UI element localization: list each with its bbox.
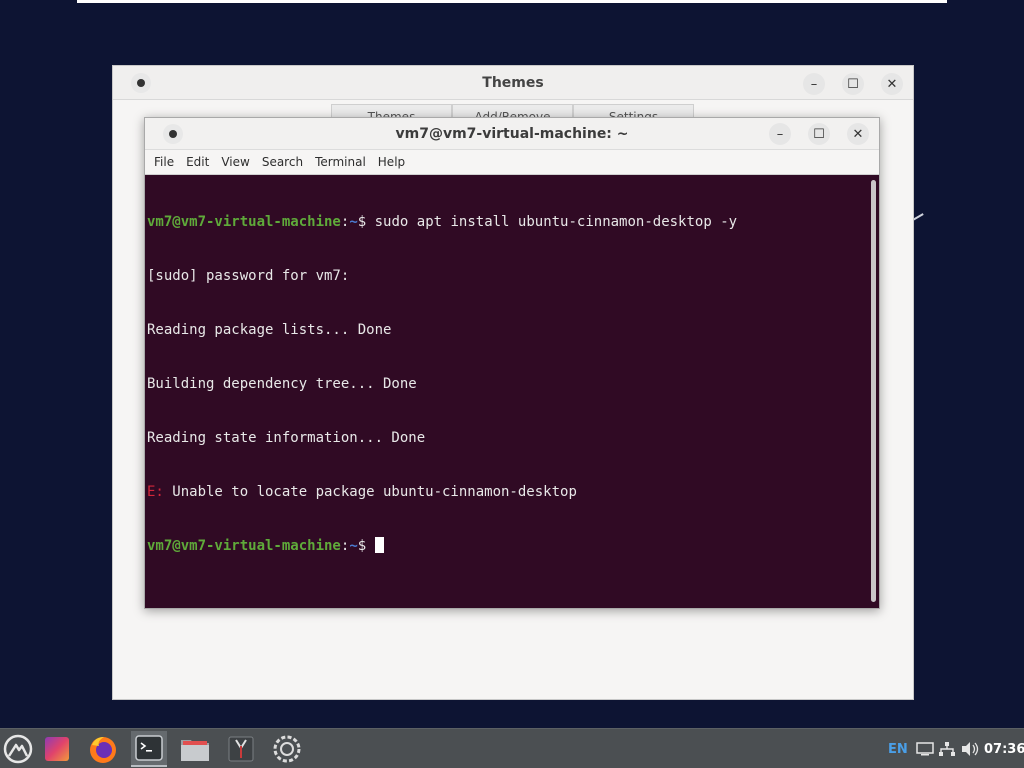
error-message: Unable to locate package ubuntu-cinnamon… bbox=[163, 484, 577, 500]
text-cursor[interactable] bbox=[374, 537, 384, 553]
close-icon[interactable]: ✕ bbox=[881, 73, 903, 95]
tweaks-icon[interactable] bbox=[223, 731, 259, 767]
keyboard-language[interactable]: EN bbox=[888, 729, 908, 768]
output-line: [sudo] password for vm7: bbox=[147, 268, 350, 284]
menu-icon[interactable] bbox=[0, 731, 36, 767]
menu-edit[interactable]: Edit bbox=[181, 155, 214, 169]
display-icon[interactable] bbox=[916, 729, 934, 768]
prompt-symbol: $ bbox=[357, 538, 367, 554]
prompt-path: ~ bbox=[349, 538, 358, 554]
menu-terminal[interactable]: Terminal bbox=[310, 155, 371, 169]
files-icon[interactable] bbox=[177, 731, 213, 767]
prompt-user: vm7@vm7-virtual-machine bbox=[147, 538, 341, 554]
close-icon[interactable]: ✕ bbox=[847, 123, 869, 145]
terminal-menubar: File Edit View Search Terminal Help bbox=[145, 150, 879, 175]
command-line: vm7@vm7-virtual-machine:~$ sudo apt inst… bbox=[147, 213, 877, 231]
window-menu-icon[interactable] bbox=[131, 73, 151, 93]
output-line: Reading package lists... Done bbox=[147, 322, 392, 338]
themes-title: Themes bbox=[482, 74, 544, 91]
command-text: sudo apt install ubuntu-cinnamon-desktop… bbox=[366, 214, 738, 230]
menu-search[interactable]: Search bbox=[257, 155, 308, 169]
themes-titlebar[interactable]: Themes – ☐ ✕ bbox=[113, 66, 913, 100]
terminal-title: vm7@vm7-virtual-machine: ~ bbox=[395, 125, 629, 142]
prompt-user: vm7@vm7-virtual-machine bbox=[147, 214, 341, 230]
error-line: E: Unable to locate package ubuntu-cinna… bbox=[147, 483, 877, 501]
terminal-titlebar[interactable]: vm7@vm7-virtual-machine: ~ – ☐ ✕ bbox=[145, 118, 879, 150]
desktop-mark bbox=[912, 213, 924, 221]
firefox-icon[interactable] bbox=[85, 731, 121, 767]
network-icon[interactable] bbox=[938, 729, 956, 768]
terminal-output[interactable]: vm7@vm7-virtual-machine:~$ sudo apt inst… bbox=[145, 176, 879, 608]
maximize-icon[interactable]: ☐ bbox=[842, 73, 864, 95]
error-prefix: E: bbox=[147, 484, 164, 500]
menu-help[interactable]: Help bbox=[373, 155, 410, 169]
color-app-icon[interactable] bbox=[39, 731, 75, 767]
volume-icon[interactable] bbox=[960, 729, 980, 768]
minimize-icon[interactable]: – bbox=[803, 73, 825, 95]
settings-icon[interactable] bbox=[269, 731, 305, 767]
minimize-icon[interactable]: – bbox=[769, 123, 791, 145]
window-menu-icon[interactable] bbox=[163, 124, 183, 144]
prompt-path: ~ bbox=[349, 214, 358, 230]
scrollbar[interactable] bbox=[871, 180, 876, 602]
taskbar: EN 07:36 bbox=[0, 728, 1024, 768]
prompt-line: vm7@vm7-virtual-machine:~$ bbox=[147, 537, 877, 555]
menu-view[interactable]: View bbox=[216, 155, 254, 169]
terminal-window[interactable]: vm7@vm7-virtual-machine: ~ – ☐ ✕ File Ed… bbox=[144, 117, 880, 609]
clock[interactable]: 07:36 bbox=[984, 729, 1024, 768]
terminal-icon[interactable] bbox=[131, 731, 167, 767]
menu-file[interactable]: File bbox=[149, 155, 179, 169]
output-line: Building dependency tree... Done bbox=[147, 376, 417, 392]
maximize-icon[interactable]: ☐ bbox=[808, 123, 830, 145]
prompt-symbol: $ bbox=[357, 214, 367, 230]
top-window-edge bbox=[77, 0, 947, 3]
output-line: Reading state information... Done bbox=[147, 430, 426, 446]
